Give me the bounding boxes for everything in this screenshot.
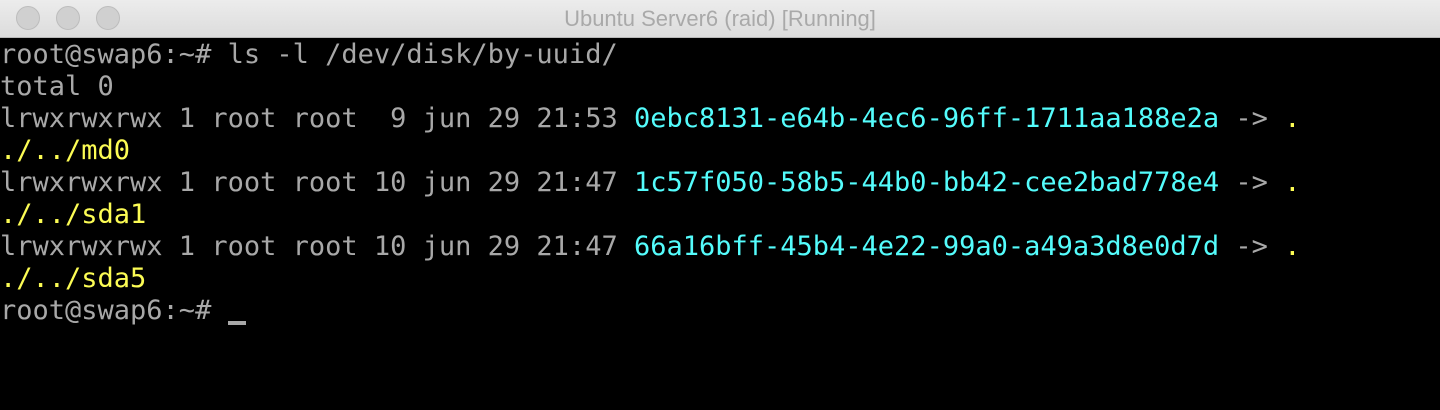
uuid-link-name: 1c57f050-58b5-44b0-bb42-cee2bad778e4: [633, 167, 1220, 198]
window-title: Ubuntu Server6 (raid) [Running]: [564, 6, 876, 31]
link-target-wrap: ./../sda5: [0, 263, 147, 294]
entry-metadata: lrwxrwxrwx 1 root root 9 jun 29 21:53: [0, 103, 634, 134]
link-target-wrap: ./../sda1: [0, 199, 147, 230]
prompt: root@swap6:~#: [0, 295, 228, 326]
listing-entry-line: lrwxrwxrwx 1 root root 9 jun 29 21:53 0e…: [0, 103, 1300, 135]
command-text: ls -l /dev/disk/by-uuid/: [227, 39, 618, 70]
terminal-screen[interactable]: root@swap6:~# ls -l /dev/disk/by-uuid/ t…: [0, 39, 1440, 410]
title-bar: Ubuntu Server6 (raid) [Running]: [0, 0, 1440, 38]
vm-window: Ubuntu Server6 (raid) [Running] root@swa…: [0, 0, 1440, 410]
link-target: .: [1284, 167, 1301, 198]
link-target: .: [1284, 103, 1301, 134]
entry-metadata: lrwxrwxrwx 1 root root 10 jun 29 21:47: [0, 167, 634, 198]
uuid-link-name: 66a16bff-45b4-4e22-99a0-a49a3d8e0d7d: [633, 231, 1220, 262]
listing-entry-line: lrwxrwxrwx 1 root root 10 jun 29 21:47 6…: [0, 231, 1300, 263]
link-arrow: ->: [1219, 103, 1285, 134]
prompt: root@swap6:~#: [0, 39, 228, 70]
link-target-wrap: ./../md0: [0, 135, 131, 166]
link-target: .: [1284, 231, 1301, 262]
link-arrow: ->: [1219, 231, 1285, 262]
entry-metadata: lrwxrwxrwx 1 root root 10 jun 29 21:47: [0, 231, 634, 262]
link-arrow: ->: [1219, 167, 1285, 198]
final-prompt-line[interactable]: root@swap6:~#: [0, 295, 246, 327]
text-cursor: [227, 321, 246, 325]
uuid-link-name: 0ebc8131-e64b-4ec6-96ff-1711aa188e2a: [633, 103, 1220, 134]
listing-entry-line: lrwxrwxrwx 1 root root 10 jun 29 21:47 1…: [0, 167, 1300, 199]
total-line: total 0: [0, 71, 114, 102]
command-line: root@swap6:~# ls -l /dev/disk/by-uuid/: [0, 39, 618, 71]
